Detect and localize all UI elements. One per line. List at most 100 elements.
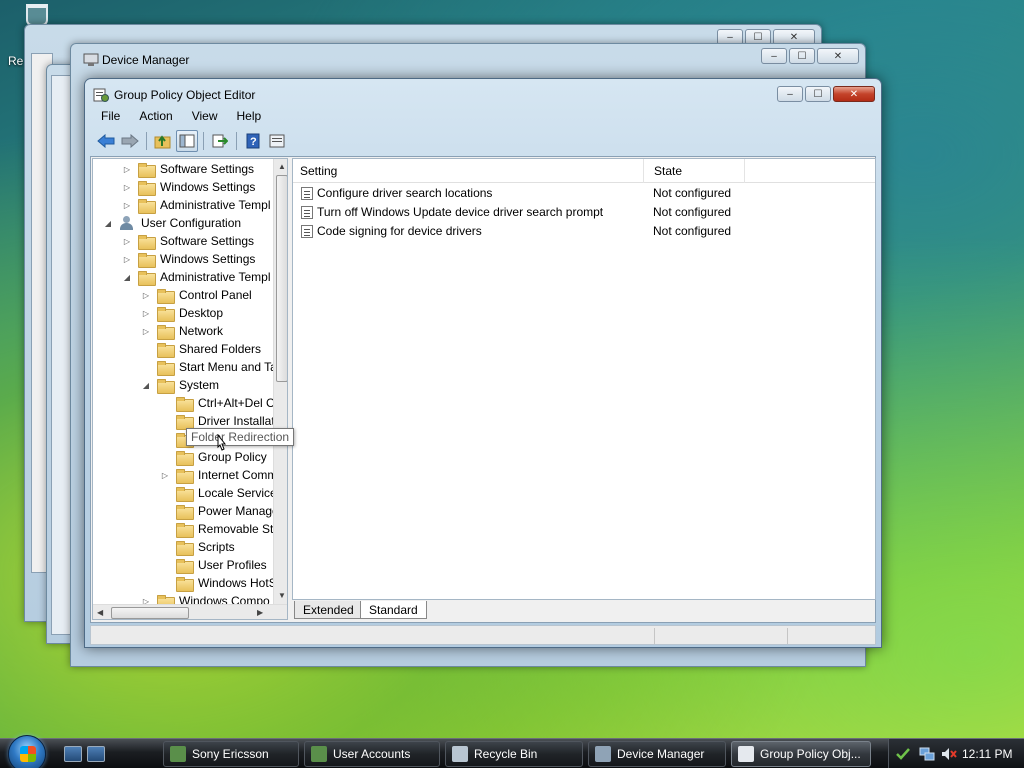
volume-muted-icon[interactable] [941, 746, 957, 762]
menu-help[interactable]: Help [226, 106, 270, 126]
show-desktop-icon[interactable] [64, 746, 82, 762]
taskbar-item-sony-ericsson[interactable]: Sony Ericsson [163, 741, 299, 767]
scroll-left-arrow[interactable]: ◀ [97, 608, 103, 617]
expand-arrow-icon[interactable]: ▷ [122, 254, 132, 264]
tree-item[interactable]: Scripts [160, 538, 235, 556]
back-button[interactable] [95, 130, 117, 152]
tree-horizontal-scroll-thumb[interactable] [111, 607, 189, 619]
scroll-down-arrow[interactable]: ▼ [278, 591, 286, 600]
scroll-right-arrow[interactable]: ▶ [257, 608, 263, 617]
tree-item[interactable]: ▷ Network [141, 322, 223, 340]
start-button[interactable] [8, 735, 46, 768]
network-icon[interactable] [919, 746, 935, 762]
tab-standard[interactable]: Standard [360, 601, 427, 619]
tree-item[interactable]: ▷ Software Settings [122, 232, 254, 250]
collapse-arrow-icon[interactable]: ◢ [122, 272, 132, 282]
list-row[interactable]: Turn off Windows Update device driver se… [293, 203, 875, 222]
tree-item[interactable]: ◢ Administrative Templ [122, 268, 270, 286]
title-bar[interactable]: Group Policy Object Editor – ☐ ✕ [85, 79, 881, 109]
setting-icon [301, 206, 313, 219]
expand-arrow-icon[interactable]: ▷ [160, 470, 170, 480]
menu-action[interactable]: Action [128, 106, 180, 126]
maximize-button[interactable]: ☐ [805, 86, 831, 102]
tree-item-label: Administrative Templ [160, 270, 271, 284]
safely-remove-hardware-icon[interactable] [895, 746, 911, 762]
tree-horizontal-scrollbar[interactable]: ◀ ▶ [93, 604, 287, 619]
expand-arrow-icon[interactable]: ▷ [122, 200, 132, 210]
console-tree[interactable]: ▷ Software Settings ▷ Windows Settings ▷ Admi… [92, 158, 288, 620]
status-bar [90, 625, 876, 645]
tree-item[interactable]: ◢ User Configuration [103, 214, 241, 232]
show-hide-console-tree-button[interactable] [176, 130, 198, 152]
tree-item[interactable]: Ctrl+Alt+Del C [160, 394, 273, 412]
switch-windows-icon[interactable] [87, 746, 105, 762]
properties-button[interactable] [266, 130, 288, 152]
expand-arrow-icon[interactable]: ▷ [141, 308, 151, 318]
minimize-button[interactable]: – [761, 48, 787, 64]
clock[interactable]: 12:11 PM [962, 747, 1012, 761]
tree-item[interactable]: ◢ System [141, 376, 219, 394]
collapse-arrow-icon[interactable]: ◢ [103, 218, 113, 228]
tree-item[interactable]: Start Menu and Ta [141, 358, 273, 376]
tree-item[interactable]: ▷ Administrative Templ [122, 196, 270, 214]
forward-button[interactable] [119, 130, 141, 152]
tree-vertical-scroll-thumb[interactable] [276, 175, 287, 382]
expand-arrow-icon[interactable]: ▷ [141, 326, 151, 336]
expand-arrow-icon[interactable]: ▷ [141, 290, 151, 300]
tree-item-label: Locale Service [198, 486, 273, 500]
tree-item[interactable]: Removable Sto [160, 520, 273, 538]
tree-item[interactable]: ▷ Windows Settings [122, 250, 255, 268]
maximize-button[interactable]: ☐ [789, 48, 815, 64]
toolbar-separator [203, 132, 204, 150]
taskbar-item-device-manager[interactable]: Device Manager [588, 741, 726, 767]
settings-list[interactable]: Setting State Configure driver search lo… [292, 158, 876, 600]
expand-arrow-icon[interactable]: ▷ [141, 596, 151, 605]
expand-arrow-icon[interactable]: ▷ [122, 236, 132, 246]
taskbar-item-group-policy[interactable]: Group Policy Obj... [731, 741, 871, 767]
folder-icon [138, 234, 156, 250]
tree-item-label: Internet Comm [198, 468, 273, 482]
taskbar-item-user-accounts[interactable]: User Accounts [304, 741, 440, 767]
list-row[interactable]: Code signing for device drivers Not conf… [293, 222, 875, 241]
list-row[interactable]: Configure driver search locations Not co… [293, 184, 875, 203]
menu-view[interactable]: View [181, 106, 226, 126]
tree-item[interactable]: ▷ Windows Compo [141, 592, 270, 604]
tree-item[interactable]: ▷ Internet Comm [160, 466, 273, 484]
collapse-arrow-icon[interactable]: ◢ [141, 380, 151, 390]
expand-arrow-icon[interactable]: ▷ [122, 182, 132, 192]
up-one-level-button[interactable] [152, 130, 174, 152]
export-list-button[interactable] [209, 130, 231, 152]
client-area: ▷ Software Settings ▷ Windows Settings ▷ Admi… [90, 156, 876, 623]
tree-item[interactable]: Power Manage [160, 502, 273, 520]
tree-rows: ▷ Software Settings ▷ Windows Settings ▷ Admi… [93, 159, 273, 604]
tree-item[interactable]: Shared Folders [141, 340, 261, 358]
minimize-button[interactable]: – [777, 86, 803, 102]
tree-item[interactable]: Locale Service [160, 484, 273, 502]
tree-item[interactable]: ▷ Control Panel [141, 286, 252, 304]
folder-icon [157, 378, 175, 394]
expand-arrow-icon[interactable]: ▷ [122, 164, 132, 174]
tree-item-label: Desktop [179, 306, 224, 320]
tree-item[interactable]: ▷ Desktop [141, 304, 223, 322]
taskbar-item-recycle-bin[interactable]: Recycle Bin [445, 741, 583, 767]
column-header-state[interactable]: State [644, 159, 745, 183]
group-policy-editor-window[interactable]: Group Policy Object Editor – ☐ ✕ File Ac… [84, 78, 882, 648]
tree-item[interactable]: ▷ Software Settings [122, 160, 254, 178]
tree-item[interactable]: Windows HotS [160, 574, 273, 592]
tree-item[interactable]: User Profiles [160, 556, 267, 574]
tree-item-tooltip: Folder Redirection [186, 428, 295, 446]
scroll-up-arrow[interactable]: ▲ [278, 162, 286, 171]
menu-file[interactable]: File [90, 106, 128, 126]
help-button[interactable]: ? [242, 130, 264, 152]
folder-icon [176, 486, 194, 502]
tree-item[interactable]: ▷ Windows Settings [122, 178, 255, 196]
column-header-setting[interactable]: Setting [293, 159, 644, 183]
close-button[interactable]: ✕ [817, 48, 859, 64]
setting-state: Not configured [653, 205, 732, 219]
window-title: Group Policy Object Editor [114, 88, 256, 102]
tab-extended[interactable]: Extended [294, 601, 363, 619]
tree-vertical-scrollbar[interactable]: ▲ ▼ [273, 159, 287, 604]
close-button[interactable]: ✕ [833, 86, 875, 102]
